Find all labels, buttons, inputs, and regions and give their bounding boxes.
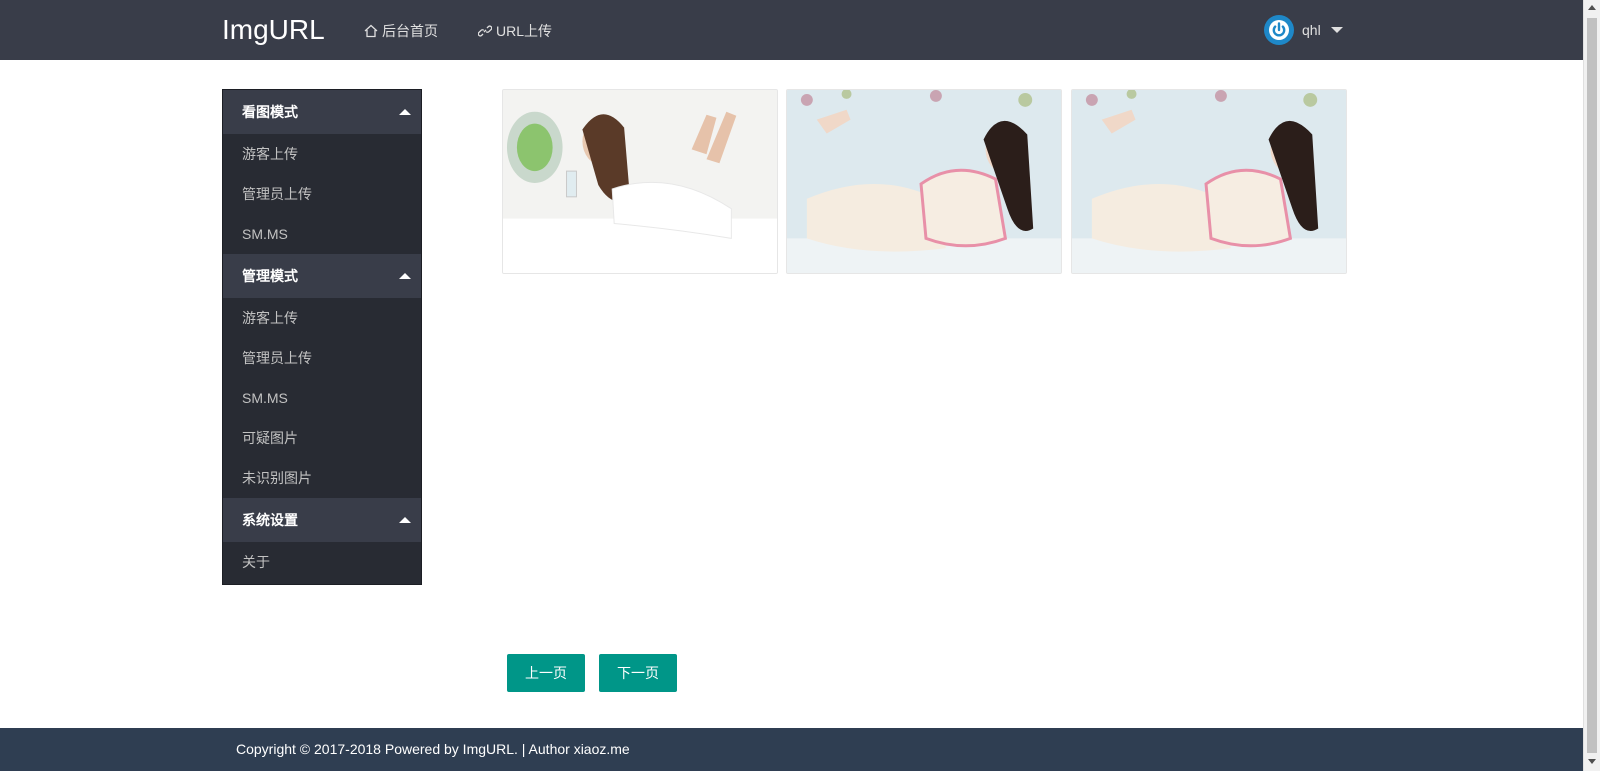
sidebar-group-manage-mode[interactable]: 管理模式 <box>223 254 421 298</box>
nav-admin-home-label: 后台首页 <box>382 23 438 39</box>
photo-woman-floral <box>1072 90 1346 273</box>
collapse-up-icon <box>399 273 411 279</box>
sidebar-item-smms[interactable]: SM.MS <box>223 378 421 418</box>
image-thumbnail[interactable] <box>1071 89 1347 274</box>
sidebar-group-title: 系统设置 <box>242 512 298 528</box>
sidebar-item-unrecognized-images[interactable]: 未识别图片 <box>223 458 421 498</box>
image-thumbnail[interactable] <box>786 89 1062 274</box>
image-thumbnail[interactable] <box>502 89 778 274</box>
sidebar-item-suspicious-images[interactable]: 可疑图片 <box>223 418 421 458</box>
power-icon <box>1264 15 1294 45</box>
username: qhl <box>1302 22 1321 38</box>
photo-woman-white-bed <box>503 90 777 273</box>
sidebar: 看图模式 游客上传 管理员上传 SM.MS 管理模式 游客上传 管理员上传 SM… <box>222 89 422 585</box>
sidebar-group-title: 看图模式 <box>242 104 298 120</box>
footer-copyright: Copyright © 2017-2018 Powered by ImgURL.… <box>236 741 630 757</box>
nav-url-upload[interactable]: URL上传 <box>478 21 552 41</box>
photo-woman-floral <box>787 90 1061 273</box>
footer: Copyright © 2017-2018 Powered by ImgURL.… <box>0 728 1583 771</box>
scrollbar-thumb[interactable] <box>1587 18 1597 753</box>
sidebar-item-guest-upload[interactable]: 游客上传 <box>223 298 421 338</box>
collapse-up-icon <box>399 517 411 523</box>
scroll-down-icon[interactable] <box>1588 759 1596 764</box>
chevron-down-icon <box>1330 27 1343 33</box>
vertical-scrollbar[interactable] <box>1583 0 1600 771</box>
link-icon <box>478 25 492 37</box>
sidebar-item-admin-upload[interactable]: 管理员上传 <box>223 174 421 214</box>
collapse-up-icon <box>399 109 411 115</box>
scroll-up-icon[interactable] <box>1588 5 1596 10</box>
next-page-button[interactable]: 下一页 <box>599 654 677 692</box>
sidebar-group-system-settings[interactable]: 系统设置 <box>223 498 421 542</box>
brand-logo[interactable]: ImgURL <box>222 14 325 46</box>
sidebar-item-admin-upload[interactable]: 管理员上传 <box>223 338 421 378</box>
user-menu[interactable]: qhl <box>1264 15 1343 45</box>
sidebar-group-view-mode[interactable]: 看图模式 <box>223 90 421 134</box>
sidebar-item-smms[interactable]: SM.MS <box>223 214 421 254</box>
nav-url-upload-label: URL上传 <box>496 23 553 39</box>
nav-admin-home[interactable]: 后台首页 <box>364 21 438 41</box>
top-navbar: ImgURL 后台首页 URL上传 qhl <box>0 0 1583 60</box>
prev-page-button[interactable]: 上一页 <box>507 654 585 692</box>
sidebar-item-guest-upload[interactable]: 游客上传 <box>223 134 421 174</box>
sidebar-group-title: 管理模式 <box>242 268 298 284</box>
sidebar-item-about[interactable]: 关于 <box>223 542 421 582</box>
home-icon <box>364 24 378 38</box>
